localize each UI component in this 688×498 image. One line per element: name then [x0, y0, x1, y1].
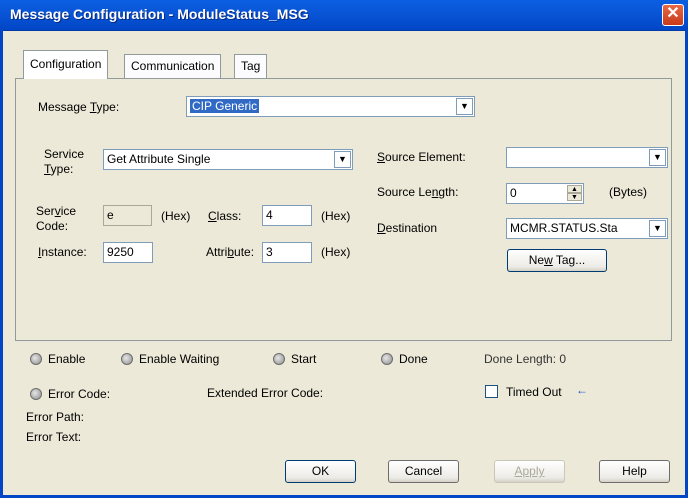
source-length-label: Source Length: [377, 185, 459, 199]
message-type-value: CIP Generic [190, 99, 260, 113]
enable-label: Enable [48, 352, 86, 366]
left-arrow-icon: ← [576, 383, 588, 397]
tab-tag[interactable]: Tag [234, 54, 268, 78]
extended-error-code-label: Extended Error Code: [207, 386, 324, 400]
ok-button[interactable]: OK [285, 460, 356, 483]
source-element-label: Source Element: [377, 150, 466, 164]
enable-indicator [30, 353, 42, 365]
done-label: Done [399, 352, 428, 366]
service-type-label: Service Type: [44, 147, 85, 176]
done-indicator [381, 353, 393, 365]
instance-label: Instance: [38, 245, 87, 259]
service-code-unit: (Hex) [161, 209, 191, 223]
dropdown-arrow-icon[interactable]: ▼ [649, 149, 666, 166]
tab-communication[interactable]: Communication [124, 54, 222, 78]
spin-up-icon[interactable]: ▲ [567, 185, 582, 193]
message-type-label: Message Type: [38, 100, 120, 114]
timed-out-label: Timed Out [506, 385, 562, 399]
enable-waiting-label: Enable Waiting [139, 352, 220, 366]
dropdown-arrow-icon[interactable]: ▼ [649, 220, 666, 237]
service-type-select[interactable]: Get Attribute Single ▼ [103, 149, 353, 170]
close-icon: ✕ [666, 5, 680, 22]
cancel-button[interactable]: Cancel [388, 460, 459, 483]
window-title: Message Configuration - ModuleStatus_MSG [10, 6, 309, 22]
error-text-label: Error Text: [26, 430, 82, 444]
class-label: Class: [208, 209, 242, 223]
attribute-field[interactable]: 3 [262, 242, 312, 263]
destination-select[interactable]: MCMR.STATUS.Sta ▼ [506, 218, 668, 239]
destination-label: Destination [377, 221, 438, 235]
class-field[interactable]: 4 [262, 205, 312, 226]
source-length-spinner[interactable]: 0 ▲ ▼ [506, 183, 584, 204]
attribute-label: Attribute: [206, 245, 255, 259]
start-indicator [273, 353, 285, 365]
destination-value: MCMR.STATUS.Sta [510, 221, 618, 235]
error-code-label: Error Code: [48, 387, 111, 401]
apply-button[interactable]: Apply [494, 460, 565, 483]
instance-field[interactable]: 9250 [103, 242, 153, 263]
new-tag-button[interactable]: New Tag... [507, 249, 607, 272]
enable-waiting-indicator [121, 353, 133, 365]
attribute-unit: (Hex) [321, 245, 351, 259]
class-unit: (Hex) [321, 209, 351, 223]
source-length-unit: (Bytes) [609, 185, 648, 199]
tab-configuration[interactable]: Configuration [23, 50, 109, 79]
source-length-value: 0 [510, 186, 517, 200]
spin-down-icon[interactable]: ▼ [567, 193, 582, 201]
service-type-value: Get Attribute Single [107, 152, 211, 166]
message-type-select[interactable]: CIP Generic ▼ [186, 96, 475, 117]
error-path-label: Error Path: [26, 410, 85, 424]
dropdown-arrow-icon[interactable]: ▼ [334, 151, 351, 168]
service-code-field[interactable]: e [103, 205, 152, 226]
source-element-select[interactable]: ▼ [506, 147, 668, 168]
done-length-label: Done Length: 0 [484, 352, 567, 366]
help-button[interactable]: Help [599, 460, 670, 483]
close-button[interactable]: ✕ [662, 4, 684, 26]
service-code-label: Service Code: [36, 204, 77, 233]
dropdown-arrow-icon[interactable]: ▼ [456, 98, 473, 115]
start-label: Start [291, 352, 317, 366]
error-code-indicator [30, 388, 42, 400]
timed-out-checkbox[interactable] [485, 385, 498, 398]
